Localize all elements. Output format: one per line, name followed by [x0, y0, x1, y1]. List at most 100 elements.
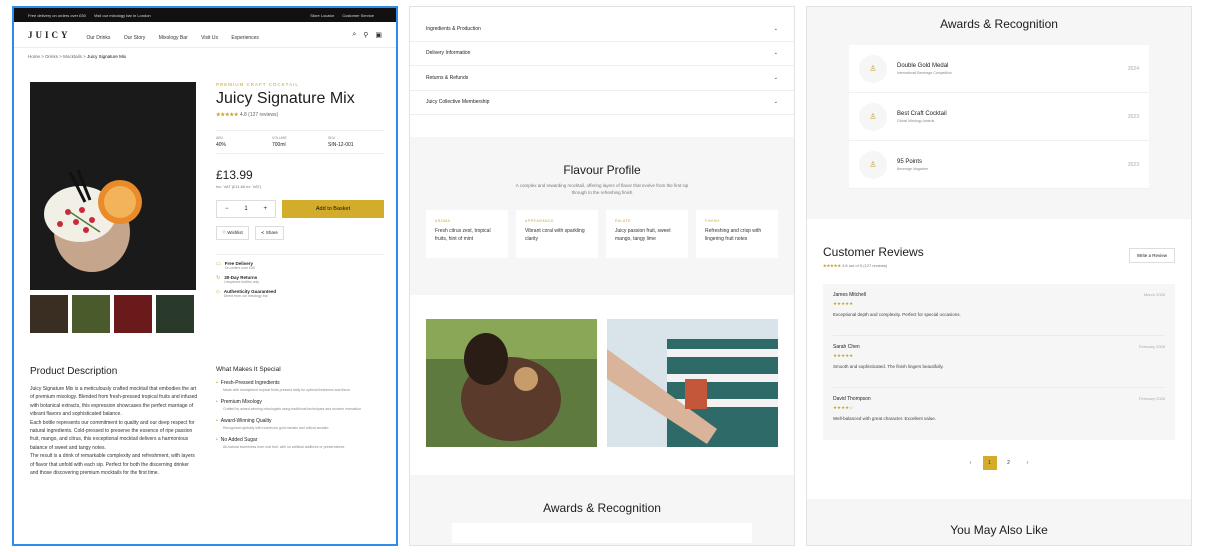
product-gallery — [30, 82, 196, 333]
accordion-delivery[interactable]: Delivery Information ⌄ — [410, 42, 794, 66]
lifestyle-photo-1[interactable] — [426, 319, 597, 447]
write-review-button[interactable]: Write a Review — [1128, 248, 1175, 263]
logo[interactable]: JUICY — [28, 30, 71, 40]
add-to-basket-button[interactable]: Add to Basket — [282, 200, 384, 218]
related-products: You May Also Like — [807, 499, 1191, 545]
accordion-label: Delivery Information — [426, 50, 471, 57]
review-stars: ★★★★☆ — [833, 405, 854, 410]
feature-item: No Added Sugar All-natural sweetness from… — [216, 437, 384, 450]
award-year: 2024 — [1127, 65, 1139, 72]
qty-minus-button[interactable]: − — [225, 206, 229, 212]
nav-mixology-bar[interactable]: Mixology Bar — [159, 35, 188, 41]
truck-icon: ▭ — [216, 261, 221, 267]
perk-returns: ↻ 30-Day Returns Unopened bottles only — [216, 275, 384, 284]
page-1-button[interactable]: 1 — [982, 456, 997, 470]
main-product-image[interactable] — [30, 82, 196, 290]
feature-sub: Made with handpicked tropical fruits pre… — [223, 388, 351, 392]
basket-icon[interactable]: ▣ — [375, 31, 382, 39]
page-2-button[interactable]: 2 — [1002, 456, 1016, 470]
card-value: Fresh citrus zest, tropical fruits, hint… — [435, 228, 491, 242]
review-text: Well-balanced with great character. Exce… — [833, 416, 936, 421]
price: £13.99 — [216, 168, 253, 182]
accordion-ingredients[interactable]: Ingredients & Production ⌄ — [410, 17, 794, 42]
product-eyebrow: PREMIUM CRAFT COCKTAIL — [216, 82, 299, 87]
accordion-label: Returns & Refunds — [426, 74, 469, 81]
breadcrumb-current: Juicy Signature Mix — [87, 54, 127, 59]
spec-sku: SKU SIN-12-001 — [328, 136, 384, 148]
next-page-button[interactable]: › — [1021, 456, 1035, 470]
nav-experiences[interactable]: Experiences — [231, 35, 259, 41]
chevron-down-icon: ⌄ — [773, 25, 778, 32]
bar-link[interactable]: Visit our mixology bar in London — [94, 13, 151, 18]
chevron-down-icon: ⌄ — [773, 99, 778, 106]
thumbnail-1[interactable] — [30, 295, 68, 333]
spec-row: ABV 40% Volume 700ml SKU SIN-12-001 — [216, 130, 384, 154]
lifestyle-photo-2[interactable] — [607, 319, 787, 449]
reviews-summary: ★★★★★ 4.8 out of 5 (127 reviews) — [823, 263, 924, 268]
review-text: Smooth and sophisticated. The finish lin… — [833, 364, 944, 369]
description-para: Each bottle represents our commitment to… — [30, 419, 195, 451]
features-title: What Makes It Special — [216, 366, 281, 373]
store-locator-link[interactable]: Store Locator — [310, 13, 334, 18]
breadcrumb-separator: > — [59, 54, 62, 59]
thumbnail-2[interactable] — [72, 295, 110, 333]
reviews-section: Customer Reviews ★★★★★ 4.8 out of 5 (127… — [807, 233, 1191, 470]
review-item: James Mitchell March 2026 ★★★★★ Exceptional… — [833, 284, 1165, 336]
breadcrumb-mocktails[interactable]: Mocktails — [63, 54, 82, 59]
feature-title: Fresh-Pressed Ingredients — [216, 380, 384, 386]
wishlist-button[interactable]: ♡ Wishlist — [216, 226, 249, 240]
lifestyle-photos — [426, 319, 787, 449]
spec-label: Volume — [272, 136, 287, 140]
perk-sub: Unopened bottles only — [224, 280, 260, 284]
accordion-membership[interactable]: Juicy Collective Membership ⌄ — [410, 91, 794, 115]
review-text: Exceptional depth and complexity. Perfec… — [833, 312, 961, 317]
description-para: The result is a drink of remarkable comp… — [30, 453, 195, 477]
summary-stars: ★★★★★ — [823, 263, 841, 268]
nav-our-story[interactable]: Our Story — [124, 35, 145, 41]
search-icon[interactable]: ⌕ — [352, 31, 356, 39]
accordion-returns[interactable]: Returns & Refunds ⌄ — [410, 66, 794, 91]
thumbnail-4[interactable] — [156, 295, 194, 333]
features: What Makes It Special Fresh-Pressed Ingr… — [216, 366, 384, 456]
card-label: FINISH — [705, 219, 720, 223]
reviews-title: Customer Reviews — [823, 245, 924, 259]
award-icon: ♙ — [859, 150, 887, 179]
card-label: APPEARANCE — [525, 219, 554, 223]
spec-abv: ABV 40% — [216, 136, 272, 148]
announcement-bar: Free delivery on orders over £50 Visit o… — [14, 8, 396, 22]
nav-visit-us[interactable]: Visit Us — [201, 35, 218, 41]
feature-sub: Crafted by award-winning mixologists usi… — [223, 407, 361, 411]
award-year: 2023 — [1127, 113, 1139, 120]
pagination: ‹ 1 2 › — [807, 456, 1191, 470]
summary-text: 4.8 out of 5 (127 reviews) — [842, 263, 888, 268]
details-panel: Ingredients & Production ⌄ Delivery Infor… — [409, 6, 795, 546]
awards-preview-title: Awards & Recognition — [543, 501, 661, 515]
account-icon[interactable]: ⚲ — [363, 31, 368, 39]
review-date: February 2026 — [1138, 344, 1165, 349]
award-icon: ♙ — [859, 54, 887, 83]
qty-value[interactable]: 1 — [244, 206, 247, 212]
feature-item: Fresh-Pressed Ingredients Made with handp… — [216, 380, 384, 393]
flavour-profile: Flavour Profile A complex and rewarding … — [410, 137, 794, 295]
thumbnail-3[interactable] — [114, 295, 152, 333]
rating-text: 4.8 (127 reviews) — [239, 112, 279, 118]
chevron-down-icon: ⌄ — [773, 50, 778, 57]
qty-plus-button[interactable]: + — [264, 206, 268, 212]
card-value: Vibrant coral with sparkling clarity — [525, 228, 585, 242]
prev-page-button[interactable]: ‹ — [964, 456, 978, 470]
card-label: AROMA — [435, 219, 451, 223]
nav-our-drinks[interactable]: Our Drinks — [87, 35, 111, 41]
refresh-icon: ↻ — [216, 275, 221, 281]
buy-row: − 1 + Add to Basket — [216, 200, 384, 218]
breadcrumb-separator: > — [83, 54, 86, 59]
perk-sub: On orders over £50 — [224, 266, 255, 270]
breadcrumb-home[interactable]: Home — [28, 54, 40, 59]
feature-item: Premium Mixology Crafted by award-winning… — [216, 399, 384, 412]
flavour-subtitle: A complex and rewarding mocktail, offeri… — [515, 183, 689, 195]
product-rating[interactable]: ★★★★★ 4.8 (127 reviews) — [216, 112, 384, 118]
awards-title: Awards & Recognition — [940, 17, 1058, 31]
share-button[interactable]: ≺ Share — [254, 226, 284, 240]
breadcrumb-drinks[interactable]: Drinks — [45, 54, 58, 59]
customer-service-link[interactable]: Customer Service — [342, 13, 374, 18]
chevron-down-icon: ⌄ — [773, 74, 778, 81]
